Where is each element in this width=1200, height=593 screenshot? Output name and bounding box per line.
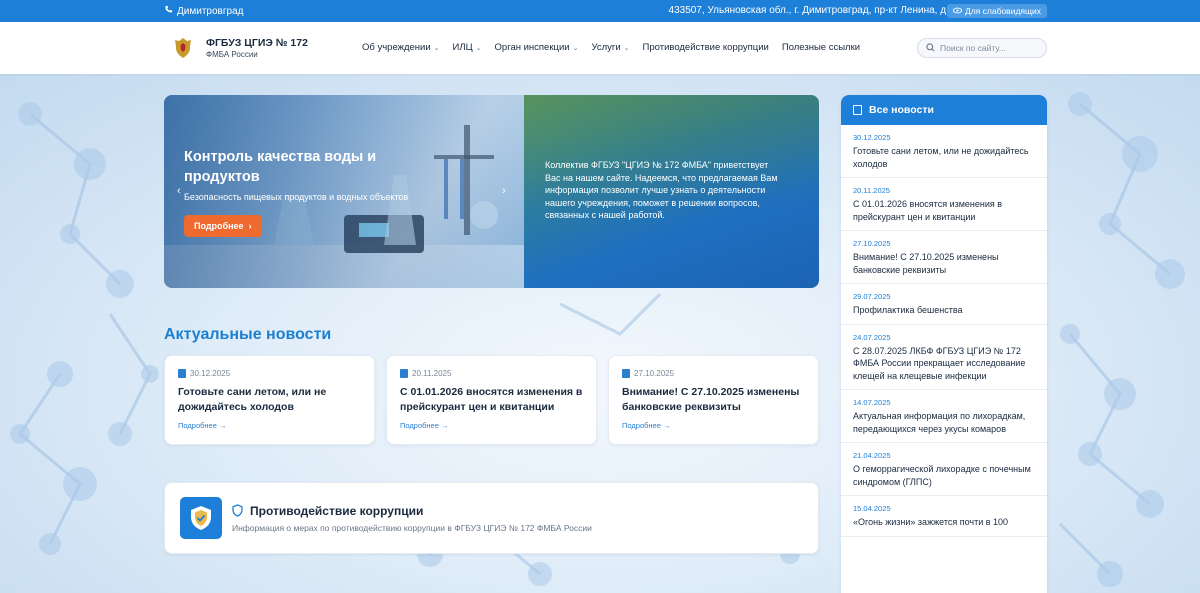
- news-title: С 01.01.2026 вносятся изменения в прейск…: [853, 199, 1003, 222]
- date-text: 27.10.2025: [634, 369, 675, 378]
- news-date: 29.07.2025: [853, 292, 891, 301]
- site-header: ФГБУЗ ЦГИЭ № 172 ФМБА России Об учрежден…: [0, 22, 1200, 74]
- news-card-title: Внимание! С 27.10.2025 изменены банковск…: [622, 386, 800, 413]
- city-label: Димитровград: [177, 5, 244, 17]
- nav-ilc[interactable]: ИЛЦ ⌄: [453, 42, 482, 53]
- org-name[interactable]: ФГБУЗ ЦГИЭ № 172: [206, 37, 308, 49]
- hero-more-button[interactable]: Подробнее ›: [184, 215, 262, 237]
- org-subtitle: ФМБА России: [206, 50, 258, 59]
- document-icon: [622, 369, 630, 378]
- anticorruption-title: Противодействие коррупции: [250, 504, 424, 518]
- news-title: Внимание! С 27.10.2025 изменены банковск…: [853, 252, 999, 275]
- sidebar-news-item[interactable]: 20.11.2025 С 01.01.2026 вносятся изменен…: [841, 178, 1047, 231]
- nav-about[interactable]: Об учреждении ⌄: [362, 42, 440, 53]
- slider-prev-icon[interactable]: ‹: [177, 185, 181, 197]
- chevron-down-icon: ⌄: [572, 44, 579, 52]
- news-card-date: 20.11.2025: [400, 369, 451, 378]
- anticorruption-card[interactable]: Противодействие коррупции Информация о м…: [164, 482, 819, 554]
- sidebar-title: Все новости: [869, 104, 934, 116]
- news-date: 15.04.2025: [853, 504, 891, 513]
- nav-links[interactable]: Полезные ссылки: [782, 42, 860, 53]
- main-nav: Об учреждении ⌄ ИЛЦ ⌄ Орган инспекции ⌄ …: [362, 42, 873, 53]
- accessibility-label: Для слабовидящих: [964, 6, 1041, 16]
- news-date: 30.12.2025: [853, 133, 891, 142]
- shield-icon: [232, 504, 243, 522]
- news-date: 21.04.2025: [853, 451, 891, 460]
- top-info-bar: Димитровград 433507, Ульяновская обл., г…: [0, 0, 1200, 22]
- news-date: 27.10.2025: [853, 239, 891, 248]
- nav-label: Полезные ссылки: [781, 42, 861, 53]
- nav-label: Услуги: [591, 42, 621, 53]
- news-title: «Огонь жизни» зажжется почти в 100: [853, 517, 1009, 527]
- welcome-text: Коллектив ФГБУЗ "ЦГИЭ № 172 ФМБА" привет…: [545, 160, 778, 221]
- nav-anticorruption[interactable]: Противодействие коррупции: [643, 42, 769, 53]
- nav-label: Противодействие коррупции: [642, 42, 769, 53]
- news-title: Профилактика бешенства: [853, 305, 963, 315]
- document-icon: [178, 369, 186, 378]
- news-card[interactable]: 30.12.2025 Готовьте сани летом, или не д…: [164, 355, 375, 445]
- nav-inspection[interactable]: Орган инспекции ⌄: [495, 42, 579, 53]
- news-section-title: Актуальные новости: [164, 326, 332, 343]
- document-icon: [853, 105, 862, 115]
- search-icon: [926, 39, 935, 57]
- chevron-down-icon: ⌄: [433, 44, 440, 52]
- sidebar-news-item[interactable]: 29.07.2025 Профилактика бешенства: [841, 284, 1047, 325]
- chevron-down-icon: ⌄: [475, 44, 482, 52]
- news-card-date: 27.10.2025: [622, 369, 674, 378]
- news-title: Актуальная информация по лихорадкам, пер…: [853, 411, 1026, 434]
- hero-slider: Контроль качества воды и продуктов Безоп…: [164, 95, 819, 288]
- read-more-link[interactable]: Подробнее →: [400, 421, 448, 430]
- anticorruption-description: Информация о мерах по противодействию ко…: [232, 523, 592, 533]
- news-title: О геморрагической лихорадке с почечным с…: [853, 464, 1031, 487]
- date-text: 30.12.2025: [190, 369, 231, 378]
- slider-next-icon[interactable]: ›: [502, 185, 506, 197]
- chevron-down-icon: ⌄: [623, 44, 630, 52]
- news-date: 20.11.2025: [853, 186, 890, 195]
- news-card-date: 30.12.2025: [178, 369, 230, 378]
- read-more-link[interactable]: Подробнее →: [178, 421, 226, 430]
- hero-button-label: Подробнее: [194, 221, 244, 231]
- read-more-link[interactable]: Подробнее →: [622, 421, 670, 430]
- all-news-sidebar: Все новости 30.12.2025 Готовьте сани лет…: [841, 95, 1047, 593]
- nav-label: ИЛЦ: [452, 42, 473, 53]
- nav-label: Об учреждении: [362, 42, 431, 53]
- news-date: 14.07.2025: [853, 398, 891, 407]
- eye-icon: [952, 6, 963, 16]
- date-text: 20.11.2025: [412, 369, 452, 378]
- emblem-logo[interactable]: [172, 36, 194, 60]
- sidebar-news-item[interactable]: 30.12.2025 Готовьте сани летом, или не д…: [841, 125, 1047, 178]
- hero-subtitle: Безопасность пищевых продуктов и водных …: [184, 192, 409, 202]
- sidebar-news-item[interactable]: 14.07.2025 Актуальная информация по лихо…: [841, 390, 1047, 443]
- news-title: Готовьте сани летом, или не дожидайтесь …: [853, 146, 1029, 169]
- news-card-title: Готовьте сани летом, или не дожидайтесь …: [178, 386, 327, 413]
- sidebar-news-item[interactable]: 24.07.2025 С 28.07.2025 ЛКБФ ФГБУЗ ЦГИЭ …: [841, 325, 1047, 390]
- document-icon: [400, 369, 408, 378]
- news-card[interactable]: 20.11.2025 С 01.01.2026 вносятся изменен…: [386, 355, 597, 445]
- hero-title: Контроль качества воды и продуктов: [184, 149, 377, 185]
- search-box: [917, 38, 1047, 58]
- address-text: 433507, Ульяновская обл., г. Димитровгра…: [668, 5, 968, 16]
- news-title: С 28.07.2025 ЛКБФ ФГБУЗ ЦГИЭ № 172 ФМБА …: [853, 345, 1026, 381]
- news-card[interactable]: 27.10.2025 Внимание! С 27.10.2025 измене…: [608, 355, 819, 445]
- anticorruption-badge-icon: [180, 497, 222, 539]
- sidebar-news-item[interactable]: 27.10.2025 Внимание! С 27.10.2025 измене…: [841, 231, 1047, 284]
- phone-icon: [164, 5, 173, 17]
- sidebar-news-item[interactable]: 21.04.2025 О геморрагической лихорадке с…: [841, 443, 1047, 496]
- sidebar-header[interactable]: Все новости: [841, 95, 1047, 125]
- accessibility-button[interactable]: Для слабовидящих: [946, 4, 1047, 18]
- search-input[interactable]: [940, 43, 1040, 53]
- chevron-right-icon: ›: [248, 221, 252, 231]
- nav-label: Орган инспекции: [494, 42, 570, 53]
- news-date: 24.07.2025: [853, 332, 891, 342]
- news-card-title: С 01.01.2026 вносятся изменения в прейск…: [400, 386, 583, 413]
- nav-services[interactable]: Услуги ⌄: [591, 42, 629, 53]
- sidebar-news-item[interactable]: 15.04.2025 «Огонь жизни» зажжется почти …: [841, 496, 1047, 537]
- city-selector[interactable]: Димитровград: [164, 5, 243, 17]
